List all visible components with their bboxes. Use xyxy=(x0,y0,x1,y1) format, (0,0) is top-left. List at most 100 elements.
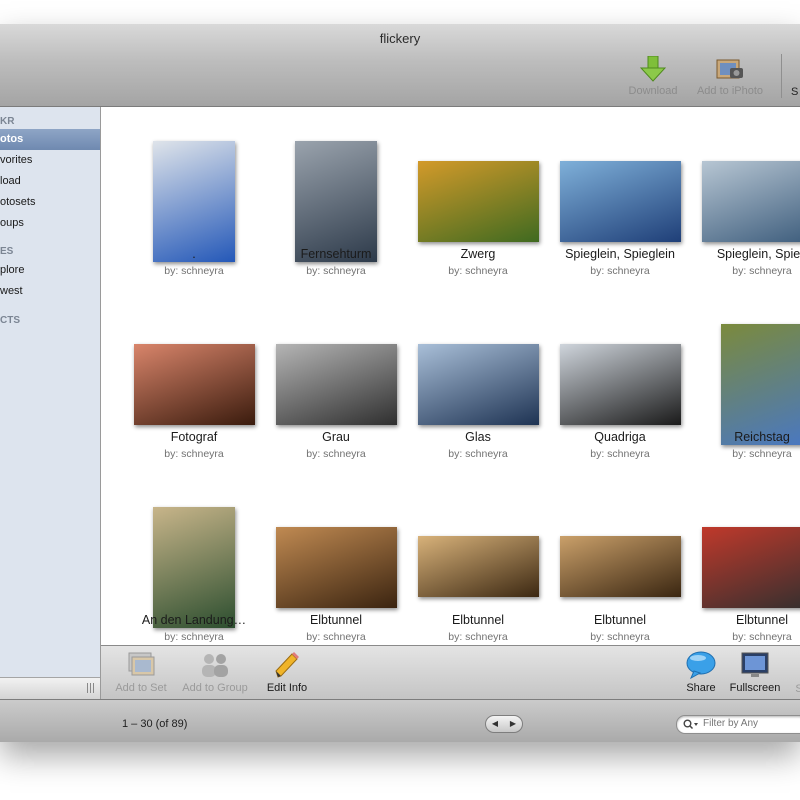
photo-thumbnail[interactable] xyxy=(560,344,681,425)
add-to-set-button[interactable]: Add to Set xyxy=(109,651,173,694)
photo-thumbnail[interactable] xyxy=(418,344,539,425)
next-page-icon[interactable]: ▶ xyxy=(504,716,522,732)
photo-owner: by: schneyra xyxy=(306,631,366,643)
photo-thumbnail[interactable] xyxy=(276,344,397,425)
filter-search-input[interactable] xyxy=(703,718,800,729)
photo-title: Fotograf xyxy=(170,430,218,444)
fullscreen-label: Fullscreen xyxy=(729,682,781,694)
photo-item[interactable]: Spieglein, Spieglein by: schneyra xyxy=(549,113,691,291)
photo-title: . xyxy=(192,247,196,261)
photo-item[interactable]: Spieglein, Spieg by: schneyra xyxy=(691,113,800,291)
photo-item[interactable]: Fotograf by: schneyra xyxy=(123,296,265,474)
photo-thumbnail[interactable] xyxy=(153,507,235,628)
sidebar: KR otos vorites load otosets oups ES plo… xyxy=(0,107,101,699)
search-icon[interactable] xyxy=(683,719,699,730)
photo-item[interactable]: Elbtunnel by: schneyra xyxy=(549,479,691,645)
photo-item[interactable]: Reichstag by: schneyra xyxy=(691,296,800,474)
photo-title: Fernsehturm xyxy=(300,247,372,261)
add-to-group-button[interactable]: Add to Group xyxy=(175,651,255,694)
photo-thumbnail[interactable] xyxy=(418,161,539,242)
photo-title: Glas xyxy=(465,430,491,444)
photo-thumbnail[interactable] xyxy=(560,161,681,242)
window-title: flickery xyxy=(379,31,421,46)
photo-thumbnail[interactable] xyxy=(418,536,539,597)
photo-title: Grau xyxy=(322,430,350,444)
photo-owner: by: schneyra xyxy=(590,265,650,277)
photo-item[interactable]: . by: schneyra xyxy=(123,113,265,291)
app-window: flickery Download Add to iPhoto S KR oto… xyxy=(0,24,800,742)
photo-owner: by: schneyra xyxy=(164,631,224,643)
sidebar-item-newest[interactable]: west xyxy=(0,281,100,302)
edit-info-label: Edit Info xyxy=(266,682,308,694)
add-to-group-label: Add to Group xyxy=(182,682,248,694)
photo-title: Elbtunnel xyxy=(309,613,363,627)
photo-thumbnail[interactable] xyxy=(702,527,800,608)
group-people-icon xyxy=(202,654,228,677)
photo-thumbnail[interactable] xyxy=(560,536,681,597)
sidebar-item-favorites[interactable]: vorites xyxy=(0,150,100,171)
sidebar-item-photos[interactable]: otos xyxy=(0,129,100,150)
photo-thumbnail[interactable] xyxy=(721,324,800,445)
photo-item[interactable]: Zwerg by: schneyra xyxy=(407,113,549,291)
share-label: Share xyxy=(686,682,716,694)
filter-search-field[interactable] xyxy=(676,715,800,734)
sidebar-item-explore[interactable]: plore xyxy=(0,260,100,281)
edit-info-button[interactable]: Edit Info xyxy=(259,651,315,694)
photo-item[interactable]: An den Landung… by: schneyra xyxy=(123,479,265,645)
photo-thumbnail[interactable] xyxy=(276,527,397,608)
photo-grid: . by: schneyra Fernsehturm by: schneyra … xyxy=(101,107,800,645)
share-button[interactable]: Share xyxy=(681,651,721,694)
sidebar-item-upload[interactable]: load xyxy=(0,171,100,192)
photo-item[interactable]: Quadriga by: schneyra xyxy=(549,296,691,474)
top-toolbar: flickery Download Add to iPhoto S xyxy=(0,24,800,107)
photo-thumbnail[interactable] xyxy=(134,344,255,425)
download-button[interactable]: Download xyxy=(620,56,686,100)
photo-title: An den Landung… xyxy=(141,613,247,627)
download-label: Download xyxy=(628,85,678,97)
photo-title: Spieglein, Spieglein xyxy=(565,247,675,261)
photo-owner: by: schneyra xyxy=(732,265,792,277)
photo-thumbnail[interactable] xyxy=(153,141,235,262)
photo-item[interactable]: Glas by: schneyra xyxy=(407,296,549,474)
photo-title: Elbtunnel xyxy=(451,613,505,627)
photo-title: Spieglein, Spieg xyxy=(716,247,800,261)
photo-title: Quadriga xyxy=(594,430,646,444)
pencil-icon xyxy=(275,652,299,678)
sidebar-item-photosets[interactable]: otosets xyxy=(0,192,100,213)
photo-owner: by: schneyra xyxy=(590,631,650,643)
photo-item[interactable]: Fernsehturm by: schneyra xyxy=(265,113,407,291)
sidebar-item-groups[interactable]: oups xyxy=(0,213,100,234)
status-bar: 1 – 30 (of 89) ◀ ▶ xyxy=(0,699,800,742)
fullscreen-button[interactable]: Fullscreen xyxy=(725,651,785,694)
photo-item[interactable]: Elbtunnel by: schneyra xyxy=(265,479,407,645)
photo-item[interactable]: Grau by: schneyra xyxy=(265,296,407,474)
sidebar-footer xyxy=(0,677,100,699)
photo-stack-icon xyxy=(128,652,155,676)
photo-title: Zwerg xyxy=(460,247,496,261)
photo-item[interactable]: Elbtunnel by: schneyra xyxy=(407,479,549,645)
toolbar-overflow-label[interactable]: S xyxy=(791,86,798,98)
photo-item[interactable]: Elbtunnel by: schneyra xyxy=(691,479,800,645)
previous-page-icon[interactable]: ◀ xyxy=(486,716,504,732)
toolbar-separator xyxy=(781,54,782,98)
photo-owner: by: schneyra xyxy=(306,448,366,460)
photo-title: Reichstag xyxy=(734,430,790,444)
photo-owner: by: schneyra xyxy=(448,631,508,643)
resize-grip-icon[interactable] xyxy=(87,683,95,693)
photo-owner: by: schneyra xyxy=(732,448,792,460)
add-to-iphoto-button[interactable]: Add to iPhoto xyxy=(690,56,770,100)
download-arrow-icon xyxy=(640,56,666,82)
photo-title: Elbtunnel xyxy=(735,613,789,627)
photo-title: Elbtunnel xyxy=(593,613,647,627)
speech-bubble-icon xyxy=(686,651,716,679)
bottom-toolbar: Add to Set Add to Group Edit Info Share … xyxy=(101,645,800,700)
photo-owner: by: schneyra xyxy=(164,265,224,277)
photo-owner: by: schneyra xyxy=(448,265,508,277)
photo-owner: by: schneyra xyxy=(590,448,650,460)
iphoto-icon xyxy=(716,59,743,79)
photo-thumbnail[interactable] xyxy=(295,141,377,262)
bottom-toolbar-overflow[interactable]: S xyxy=(789,683,800,695)
sidebar-section-contacts: CTS xyxy=(0,315,20,326)
photo-thumbnail[interactable] xyxy=(702,161,800,242)
sidebar-section-flickr: KR xyxy=(0,116,15,127)
